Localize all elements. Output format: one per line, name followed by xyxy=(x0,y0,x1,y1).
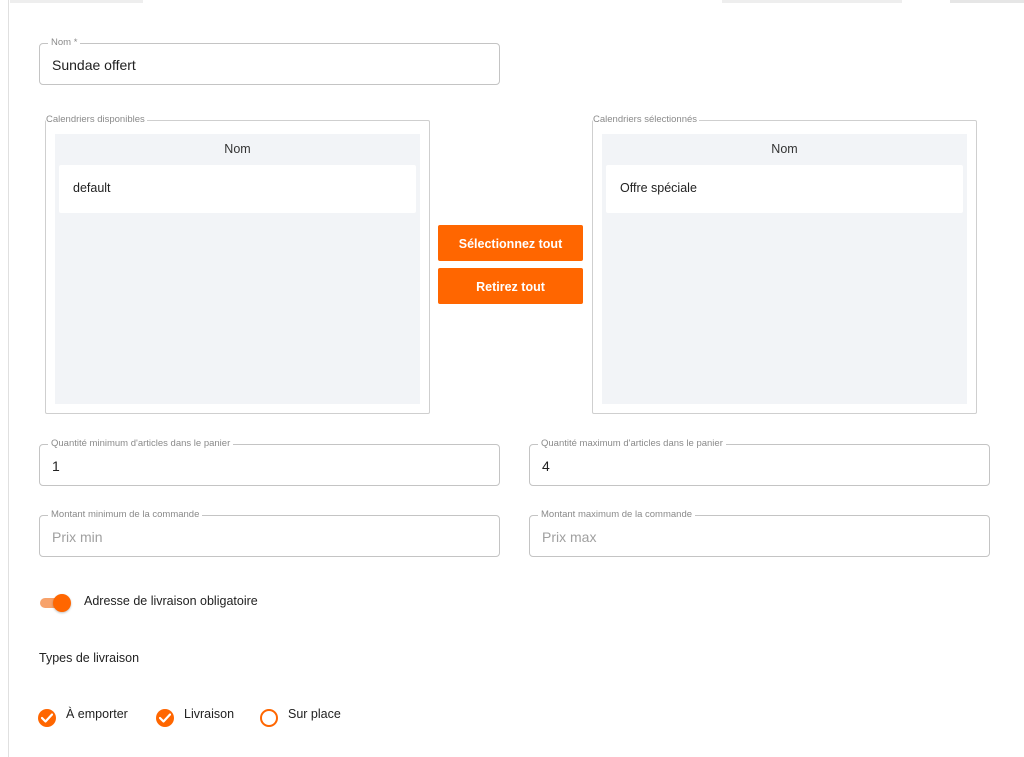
form-page: Nom * Sundae offert Calendriers disponib… xyxy=(0,0,1024,757)
delivery-option-label: Livraison xyxy=(184,707,235,721)
list-item[interactable]: default xyxy=(59,165,416,213)
delivery-address-toggle[interactable] xyxy=(38,594,72,612)
remove-all-button[interactable]: Retirez tout xyxy=(438,268,583,304)
top-tab-fragment xyxy=(950,0,1024,3)
selected-calendars-column-header: Nom xyxy=(771,142,798,156)
delivery-option-label: À emporter xyxy=(66,707,128,721)
name-field[interactable]: Nom * Sundae offert xyxy=(39,37,500,85)
min-amount-field[interactable]: Montant minimum de la commande Prix min xyxy=(39,509,500,557)
max-amount-field[interactable]: Montant maximum de la commande Prix max xyxy=(529,509,990,557)
delivery-option-label: Sur place xyxy=(288,707,341,721)
check-circle-icon[interactable] xyxy=(156,709,174,727)
available-calendars-table: Nom default xyxy=(55,134,420,404)
selected-calendars-label: Calendriers sélectionnés xyxy=(593,114,700,126)
top-tab-fragment xyxy=(10,0,143,3)
min-amount-label: Montant minimum de la commande xyxy=(48,509,203,521)
empty-circle-icon[interactable] xyxy=(260,709,278,727)
name-field-label: Nom * xyxy=(48,37,81,49)
check-circle-icon[interactable] xyxy=(38,709,56,727)
max-quantity-value[interactable]: 4 xyxy=(542,458,550,474)
list-item-label: Offre spéciale xyxy=(620,181,697,195)
select-all-button[interactable]: Sélectionnez tout xyxy=(438,225,583,261)
toggle-thumb[interactable] xyxy=(53,594,71,612)
selected-calendars-list: Calendriers sélectionnés Nom Offre spéci… xyxy=(592,114,977,414)
available-calendars-column-header: Nom xyxy=(224,142,251,156)
available-calendars-list: Calendriers disponibles Nom default xyxy=(45,114,430,414)
name-field-value[interactable]: Sundae offert xyxy=(52,57,136,73)
selected-calendars-table: Nom Offre spéciale xyxy=(602,134,967,404)
delivery-types-title: Types de livraison xyxy=(39,651,140,665)
max-quantity-label: Quantité maximum d'articles dans le pani… xyxy=(538,438,726,450)
available-calendars-label: Calendriers disponibles xyxy=(46,114,147,126)
min-quantity-field[interactable]: Quantité minimum d'articles dans le pani… xyxy=(39,438,500,486)
min-quantity-value[interactable]: 1 xyxy=(52,458,60,474)
left-divider xyxy=(8,0,9,757)
min-amount-placeholder[interactable]: Prix min xyxy=(52,529,103,545)
list-item[interactable]: Offre spéciale xyxy=(606,165,963,213)
min-quantity-label: Quantité minimum d'articles dans le pani… xyxy=(48,438,234,450)
max-amount-label: Montant maximum de la commande xyxy=(538,509,696,521)
max-amount-placeholder[interactable]: Prix max xyxy=(542,529,596,545)
delivery-address-toggle-label: Adresse de livraison obligatoire xyxy=(84,594,258,608)
list-item-label: default xyxy=(73,181,111,195)
top-tab-fragment xyxy=(722,0,902,3)
max-quantity-field[interactable]: Quantité maximum d'articles dans le pani… xyxy=(529,438,990,486)
